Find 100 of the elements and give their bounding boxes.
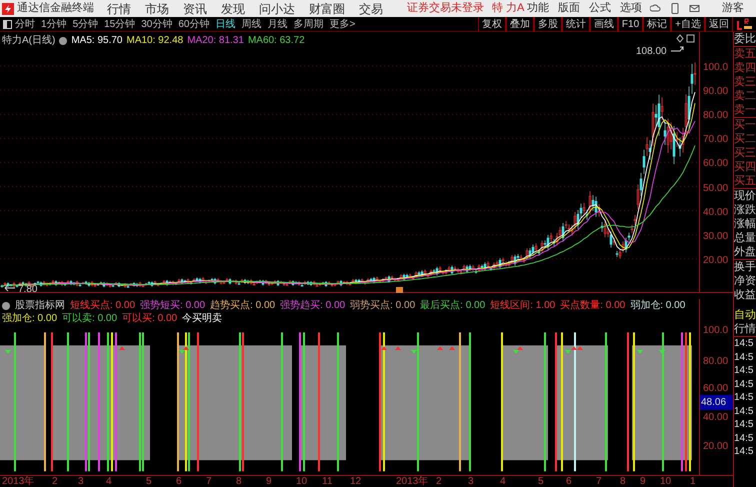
time-axis-label: 4 <box>500 476 506 487</box>
period-tab[interactable]: 60分钟 <box>178 16 210 32</box>
panel-toggle-icon[interactable] <box>3 20 12 28</box>
auto-tab[interactable]: 自动 <box>734 308 756 322</box>
trade-time: 14:5 <box>734 432 754 445</box>
period-tab[interactable]: 15分钟 <box>104 16 136 32</box>
level-two-icon[interactable] <box>737 18 753 30</box>
indicator-axis-label: 60.00 <box>703 382 728 396</box>
indicator-value: 强加仓: 0.00 <box>2 312 58 325</box>
moving-average-value: MA60: 63.72 <box>248 34 305 48</box>
trade-time: 14:5 <box>734 445 754 458</box>
price-axis-label: 80.00 <box>703 109 728 124</box>
period-tab[interactable]: 周线 <box>242 16 262 32</box>
user-name[interactable]: 游客 <box>722 0 744 17</box>
moving-average-value: MA10: 92.48 <box>126 34 184 48</box>
logo-icon <box>2 2 14 14</box>
time-axis-label: 1 <box>690 476 696 487</box>
chart-tools-icon[interactable] <box>676 34 696 43</box>
menu-item[interactable]: 功能 <box>527 0 549 17</box>
time-axis-label: 2013年 <box>2 476 34 487</box>
time-axis-label: 10 <box>296 476 308 487</box>
stock-name: 特 力A <box>492 1 524 16</box>
settings-icon[interactable] <box>59 36 68 44</box>
quote-label: 换手 <box>734 260 756 274</box>
quote-label: 卖四 <box>734 61 756 75</box>
price-axis-label: 60.00 <box>703 157 728 172</box>
time-axis-label: 4 <box>106 476 112 487</box>
trade-time: 14:5 <box>734 350 754 364</box>
period-tab[interactable]: 5分钟 <box>72 16 98 32</box>
quote-label: 总量 <box>734 231 756 245</box>
time-axis-label: 8 <box>236 476 242 487</box>
indicator-value: 强势趋买: 0.00 <box>280 299 346 312</box>
menu-item[interactable]: 选项 <box>620 0 642 17</box>
menu-item[interactable]: 发现 <box>221 0 245 18</box>
signal-marker-icon <box>396 287 403 293</box>
time-axis-label: 2013年 <box>396 476 428 487</box>
period-tab[interactable]: 分时 <box>15 16 35 32</box>
indicator-value: 可以卖: 0.00 <box>62 312 118 325</box>
mail-icon[interactable] <box>689 3 700 14</box>
cloud-icon[interactable] <box>650 3 661 14</box>
menu-item[interactable]: 市场 <box>145 0 169 18</box>
time-axis-label: 12 <box>350 476 362 487</box>
moving-average-value: MA5: 95.70 <box>71 34 122 48</box>
time-axis-label: 3 <box>468 476 474 487</box>
price-axis-label: 30.00 <box>703 230 728 244</box>
time-axis-label: 3 <box>78 476 84 487</box>
quote-label: 卖三 <box>734 75 756 89</box>
menu-item[interactable]: 资讯 <box>183 0 207 18</box>
settings-icon[interactable] <box>2 302 10 310</box>
time-axis-label: 2 <box>52 476 58 487</box>
indicator-axis-label: 20.00 <box>703 440 728 454</box>
trade-time: 14:5 <box>734 337 754 350</box>
indicator-value: 买点数量: 0.00 <box>560 299 626 312</box>
indicator-value: 短线买点: 0.00 <box>70 299 136 312</box>
toolbar-button[interactable]: 标记 <box>643 16 672 32</box>
price-axis-label: 100.0 <box>703 61 728 75</box>
stock-period-label: 特力A(日线) <box>2 34 56 48</box>
indicator-value: 弱加仓: 0.00 <box>630 299 686 312</box>
quote-label: 卖一 <box>734 103 756 118</box>
app-title: 通达信金融终端 <box>17 0 95 16</box>
toolbar-button[interactable]: 多股 <box>534 16 562 32</box>
period-tab[interactable]: 1分钟 <box>41 16 67 32</box>
period-tab[interactable]: 30分钟 <box>141 16 172 32</box>
toolbar-button[interactable]: 复权 <box>478 16 506 32</box>
quote-label: 外盘 <box>734 245 756 260</box>
period-tab[interactable]: 多周期 <box>294 16 324 32</box>
quote-label: 买三 <box>734 146 756 160</box>
trade-time: 14:5 <box>734 418 754 432</box>
toolbar-button[interactable]: F10 <box>618 16 644 32</box>
period-tab[interactable]: 月线 <box>268 16 288 32</box>
quote-tab[interactable]: 行情 <box>734 322 756 337</box>
menu-item[interactable]: 行情 <box>107 0 131 18</box>
price-axis-label: 40.00 <box>703 206 728 220</box>
quote-label: 委比 <box>734 32 756 47</box>
phone-icon[interactable] <box>671 3 679 14</box>
price-axis-label: 70.00 <box>703 133 728 148</box>
menu-item[interactable]: 版面 <box>558 0 580 17</box>
moving-average-value: MA20: 81.31 <box>187 34 244 48</box>
price-axis-label: 20.00 <box>703 254 728 268</box>
time-axis-label: 9 <box>266 476 272 487</box>
indicator-axis-label: 40.00 <box>703 411 728 425</box>
low-price-label: 7.80 <box>18 283 38 297</box>
login-status: 证券交易未登录 <box>407 0 484 16</box>
menu-item[interactable]: 问小达 <box>259 0 295 18</box>
period-tab[interactable]: 日线 <box>216 16 236 32</box>
time-axis-label: 11 <box>322 476 332 487</box>
quote-label: 涨幅 <box>734 217 756 231</box>
period-tab[interactable]: 更多> <box>330 16 356 32</box>
menu-item[interactable]: 交易 <box>359 0 383 18</box>
toolbar-button[interactable]: 画线 <box>590 16 618 32</box>
indicator-value: 趋势买点: 0.00 <box>210 299 276 312</box>
quote-label: 买一 <box>734 118 756 132</box>
toolbar-button[interactable]: 返回 <box>705 16 733 32</box>
toolbar-button[interactable]: +自选 <box>671 16 705 32</box>
menu-item[interactable]: 财富圈 <box>309 0 345 18</box>
toolbar-button[interactable]: 统计 <box>562 16 590 32</box>
indicator-value: 最后买点: 0.00 <box>420 299 486 312</box>
toolbar-button[interactable]: 叠加 <box>506 16 534 32</box>
menu-item[interactable]: 公式 <box>589 0 611 17</box>
time-axis-label: 5 <box>538 476 544 487</box>
